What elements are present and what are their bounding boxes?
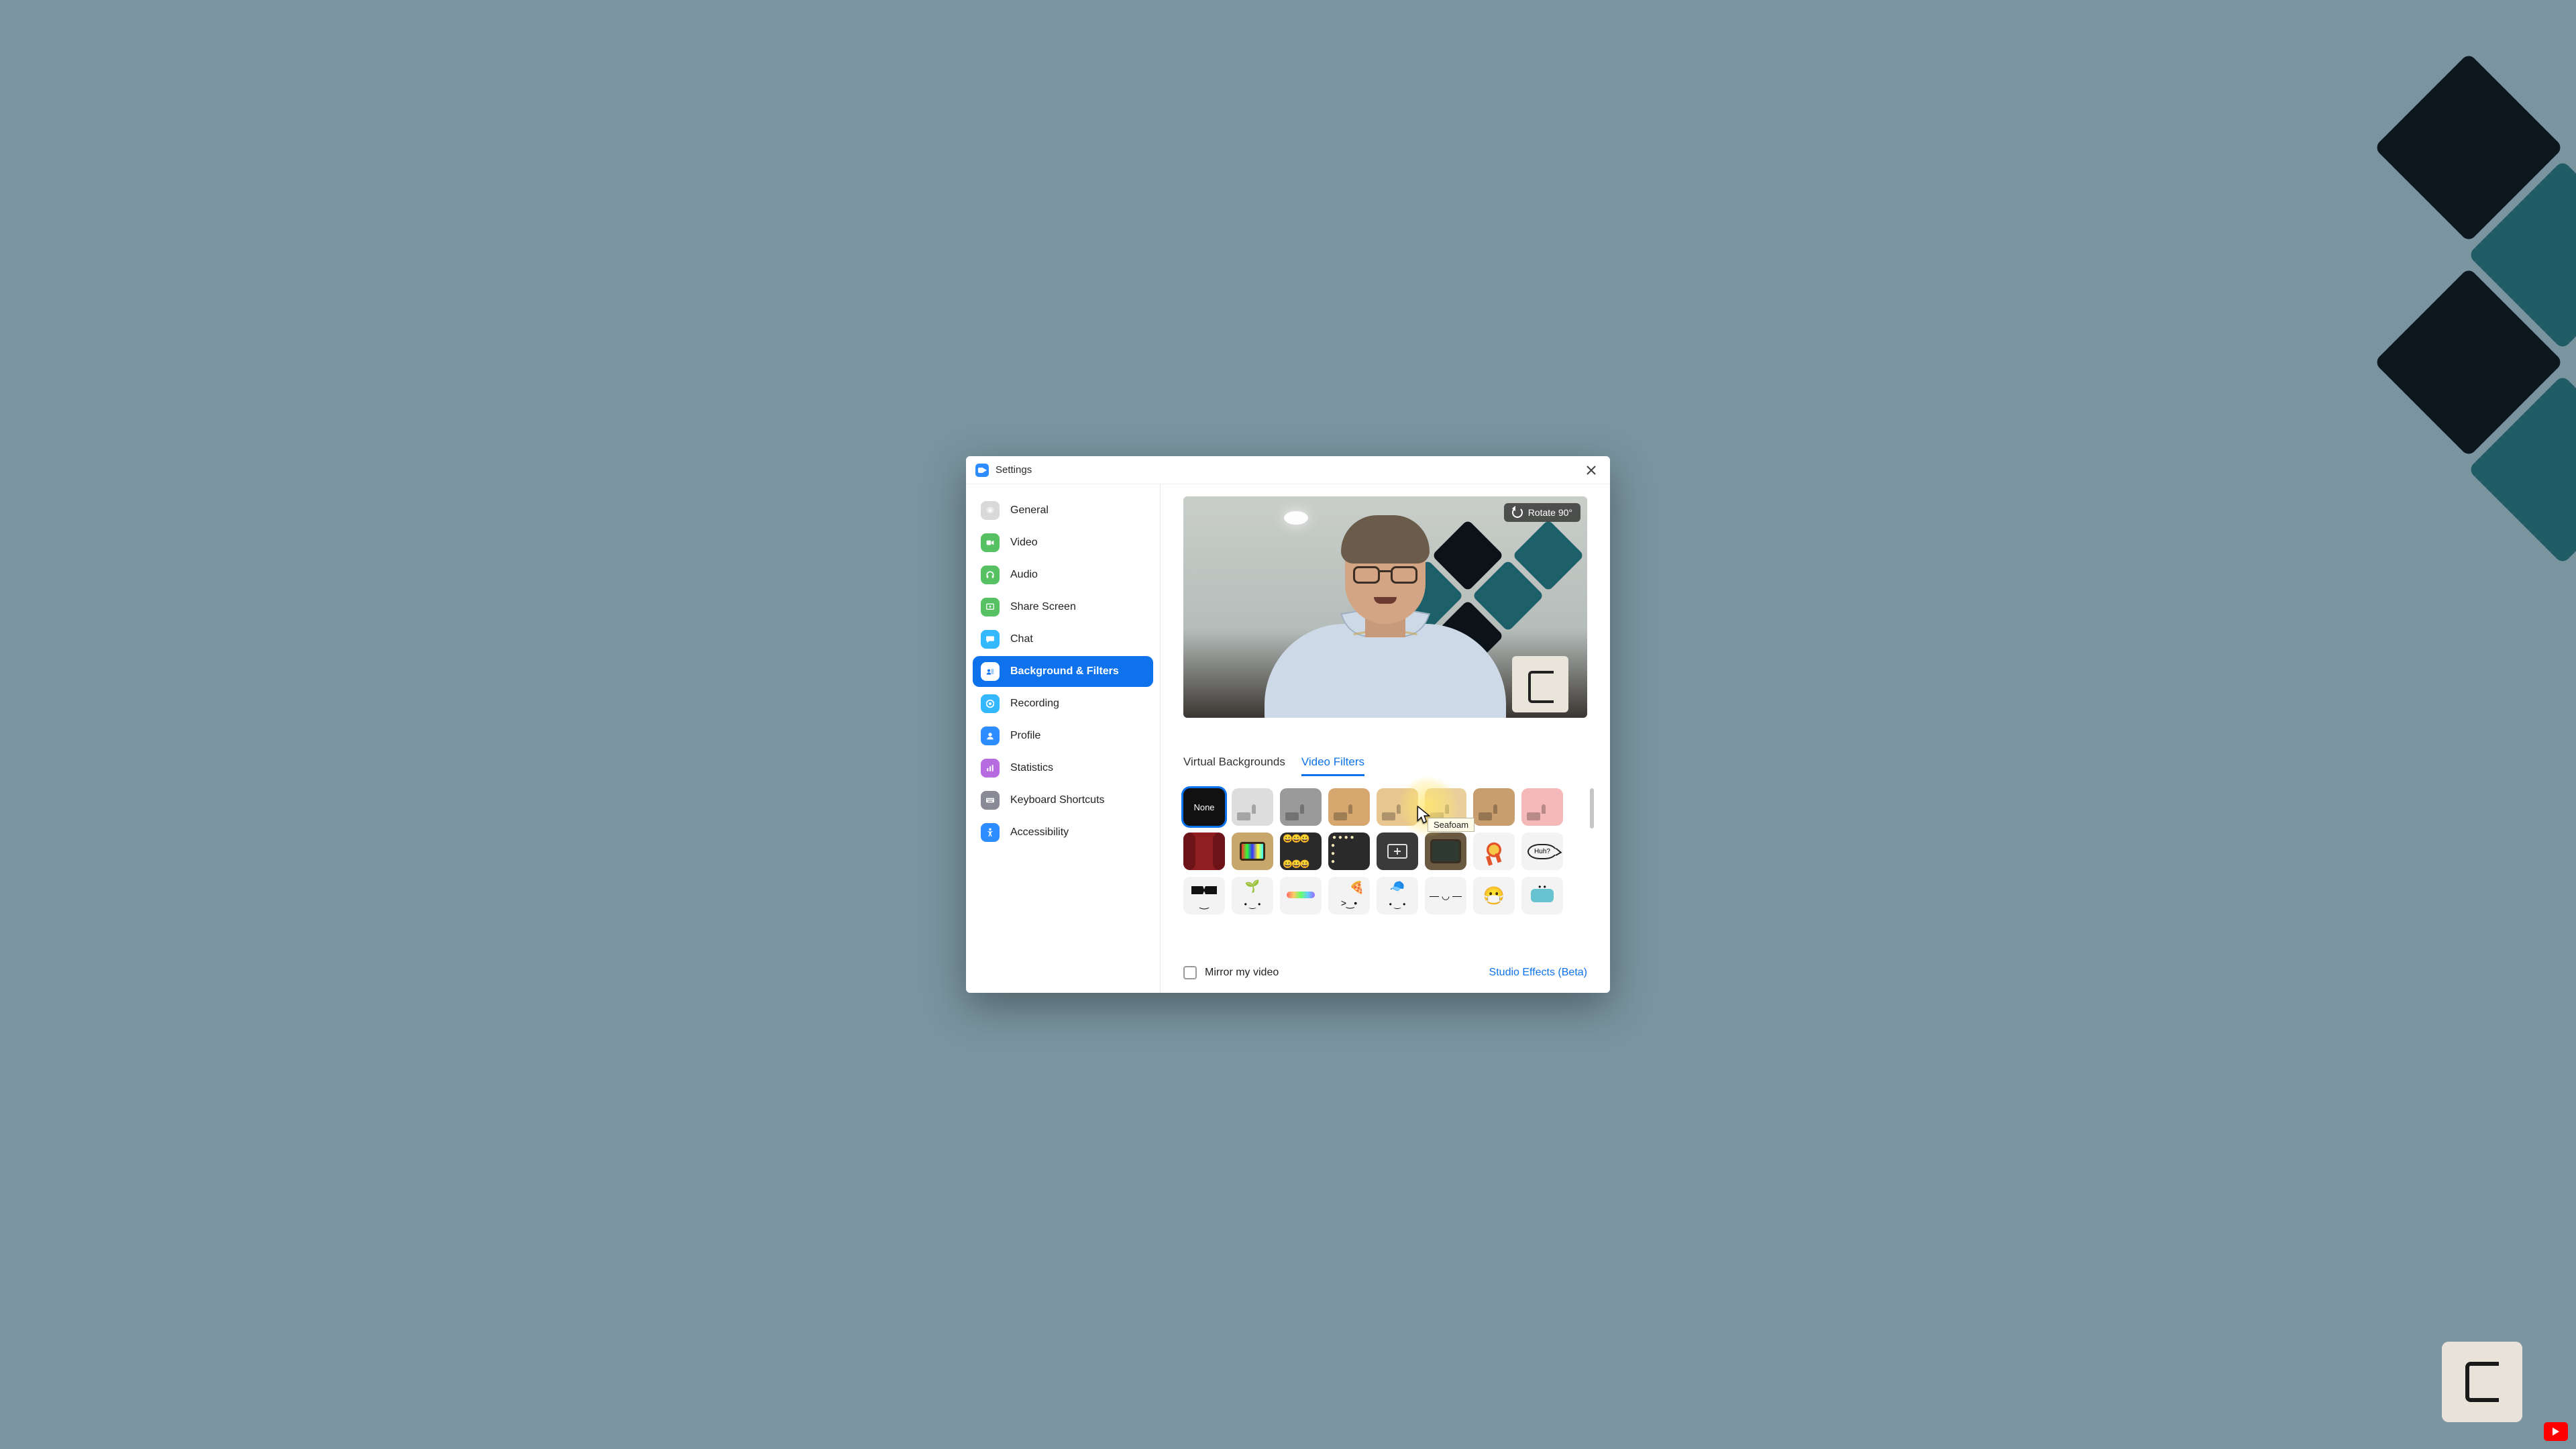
chart-icon bbox=[981, 759, 1000, 777]
mirror-video-label[interactable]: Mirror my video bbox=[1205, 967, 1279, 979]
filter-sepia-warm[interactable] bbox=[1328, 788, 1370, 826]
sidebar-item-background-filters[interactable]: Background & Filters bbox=[973, 656, 1153, 687]
filter-pink[interactable] bbox=[1521, 788, 1563, 826]
settings-dialog: Settings General Video Audio Share Scree… bbox=[966, 456, 1610, 993]
sidebar-item-recording[interactable]: Recording bbox=[973, 688, 1153, 719]
zoom-app-icon bbox=[975, 464, 989, 477]
filter-sepia-light[interactable] bbox=[1377, 788, 1418, 826]
filter-pizza-face[interactable] bbox=[1328, 877, 1370, 914]
sidebar-item-label: Accessibility bbox=[1010, 826, 1069, 839]
sidebar-item-label: Statistics bbox=[1010, 762, 1053, 774]
filter-baseball-cap[interactable] bbox=[1377, 877, 1418, 914]
accessibility-icon bbox=[981, 823, 1000, 842]
filters-scrollbar[interactable] bbox=[1590, 788, 1594, 828]
record-icon bbox=[981, 694, 1000, 713]
mirror-video-checkbox[interactable] bbox=[1183, 966, 1197, 979]
headphones-icon bbox=[981, 566, 1000, 584]
filter-sprout-face[interactable] bbox=[1232, 877, 1273, 914]
filter-none-label: None bbox=[1193, 802, 1214, 812]
titlebar: Settings bbox=[966, 456, 1610, 484]
filter-speech-huh[interactable]: Huh? bbox=[1521, 833, 1563, 870]
sidebar-item-statistics[interactable]: Statistics bbox=[973, 753, 1153, 784]
filter-crop-frame[interactable] bbox=[1377, 833, 1418, 870]
background-icon bbox=[981, 662, 1000, 681]
profile-icon bbox=[981, 727, 1000, 745]
speech-bubble-text: Huh? bbox=[1527, 844, 1557, 859]
sidebar-item-label: Background & Filters bbox=[1010, 665, 1119, 678]
youtube-subscribe-badge[interactable] bbox=[2544, 1422, 2568, 1441]
sidebar-item-general[interactable]: General bbox=[973, 495, 1153, 526]
rotate-icon bbox=[1512, 507, 1523, 518]
sidebar-item-share-screen[interactable]: Share Screen bbox=[973, 592, 1153, 623]
sidebar-item-label: Keyboard Shortcuts bbox=[1010, 794, 1105, 806]
close-button[interactable] bbox=[1582, 461, 1601, 480]
filter-retro-tv-bars[interactable] bbox=[1232, 833, 1273, 870]
filter-gray[interactable] bbox=[1280, 788, 1322, 826]
ceiling-light bbox=[1284, 511, 1308, 525]
filter-award-ribbon[interactable] bbox=[1473, 833, 1515, 870]
gear-icon bbox=[981, 501, 1000, 520]
sidebar-item-audio[interactable]: Audio bbox=[973, 559, 1153, 590]
chat-icon bbox=[981, 630, 1000, 649]
video-filters-grid: None Huh? bbox=[1183, 788, 1587, 914]
filter-emoji-border[interactable] bbox=[1280, 833, 1322, 870]
filter-theater-curtains[interactable] bbox=[1183, 833, 1225, 870]
filter-face-mask-n95[interactable] bbox=[1473, 877, 1515, 914]
sidebar-item-chat[interactable]: Chat bbox=[973, 624, 1153, 655]
sidebar-item-label: Recording bbox=[1010, 698, 1059, 710]
keyboard-icon bbox=[981, 791, 1000, 810]
filter-wide-smile[interactable] bbox=[1425, 877, 1466, 914]
rotate-label: Rotate 90° bbox=[1528, 507, 1572, 518]
sidebar-item-keyboard-shortcuts[interactable]: Keyboard Shortcuts bbox=[973, 785, 1153, 816]
sidebar-item-label: Audio bbox=[1010, 569, 1038, 581]
close-icon bbox=[1586, 465, 1597, 476]
sidebar-item-video[interactable]: Video bbox=[973, 527, 1153, 558]
filter-seafoam[interactable] bbox=[1425, 788, 1466, 826]
filter-sepia-dark[interactable] bbox=[1473, 788, 1515, 826]
sidebar-item-label: Profile bbox=[1010, 730, 1040, 742]
rotate-90-button[interactable]: Rotate 90° bbox=[1504, 503, 1580, 522]
video-preview: Rotate 90° bbox=[1183, 496, 1587, 718]
filter-surgical-mask[interactable] bbox=[1521, 877, 1563, 914]
window-title: Settings bbox=[996, 464, 1032, 476]
tab-video-filters[interactable]: Video Filters bbox=[1301, 755, 1364, 776]
settings-sidebar: General Video Audio Share Screen Chat Ba… bbox=[966, 484, 1161, 993]
sidebar-item-label: Chat bbox=[1010, 633, 1033, 645]
video-icon bbox=[981, 533, 1000, 552]
filter-old-tv[interactable] bbox=[1425, 833, 1466, 870]
sidebar-item-label: General bbox=[1010, 504, 1049, 517]
backdrop-logo-box bbox=[2442, 1342, 2522, 1422]
tab-virtual-backgrounds[interactable]: Virtual Backgrounds bbox=[1183, 755, 1285, 776]
sidebar-item-accessibility[interactable]: Accessibility bbox=[973, 817, 1153, 848]
filter-black-and-white[interactable] bbox=[1232, 788, 1273, 826]
desk-logo-box bbox=[1512, 656, 1568, 712]
filter-vanity-lights[interactable] bbox=[1328, 833, 1370, 870]
filter-deal-sunglasses[interactable] bbox=[1183, 877, 1225, 914]
settings-content: Rotate 90° Virtual Backgrounds Video Fil… bbox=[1161, 484, 1610, 993]
content-footer: Mirror my video Studio Effects (Beta) bbox=[1183, 966, 1587, 979]
sidebar-item-label: Share Screen bbox=[1010, 601, 1076, 613]
sidebar-item-profile[interactable]: Profile bbox=[973, 720, 1153, 751]
person-preview bbox=[1265, 523, 1506, 718]
filter-none[interactable]: None bbox=[1183, 788, 1225, 826]
sidebar-item-label: Video bbox=[1010, 537, 1038, 549]
studio-effects-link[interactable]: Studio Effects (Beta) bbox=[1489, 967, 1587, 979]
filter-rainbow-cheeks[interactable] bbox=[1280, 877, 1322, 914]
share-screen-icon bbox=[981, 598, 1000, 616]
filter-tabs: Virtual Backgrounds Video Filters bbox=[1183, 755, 1587, 776]
